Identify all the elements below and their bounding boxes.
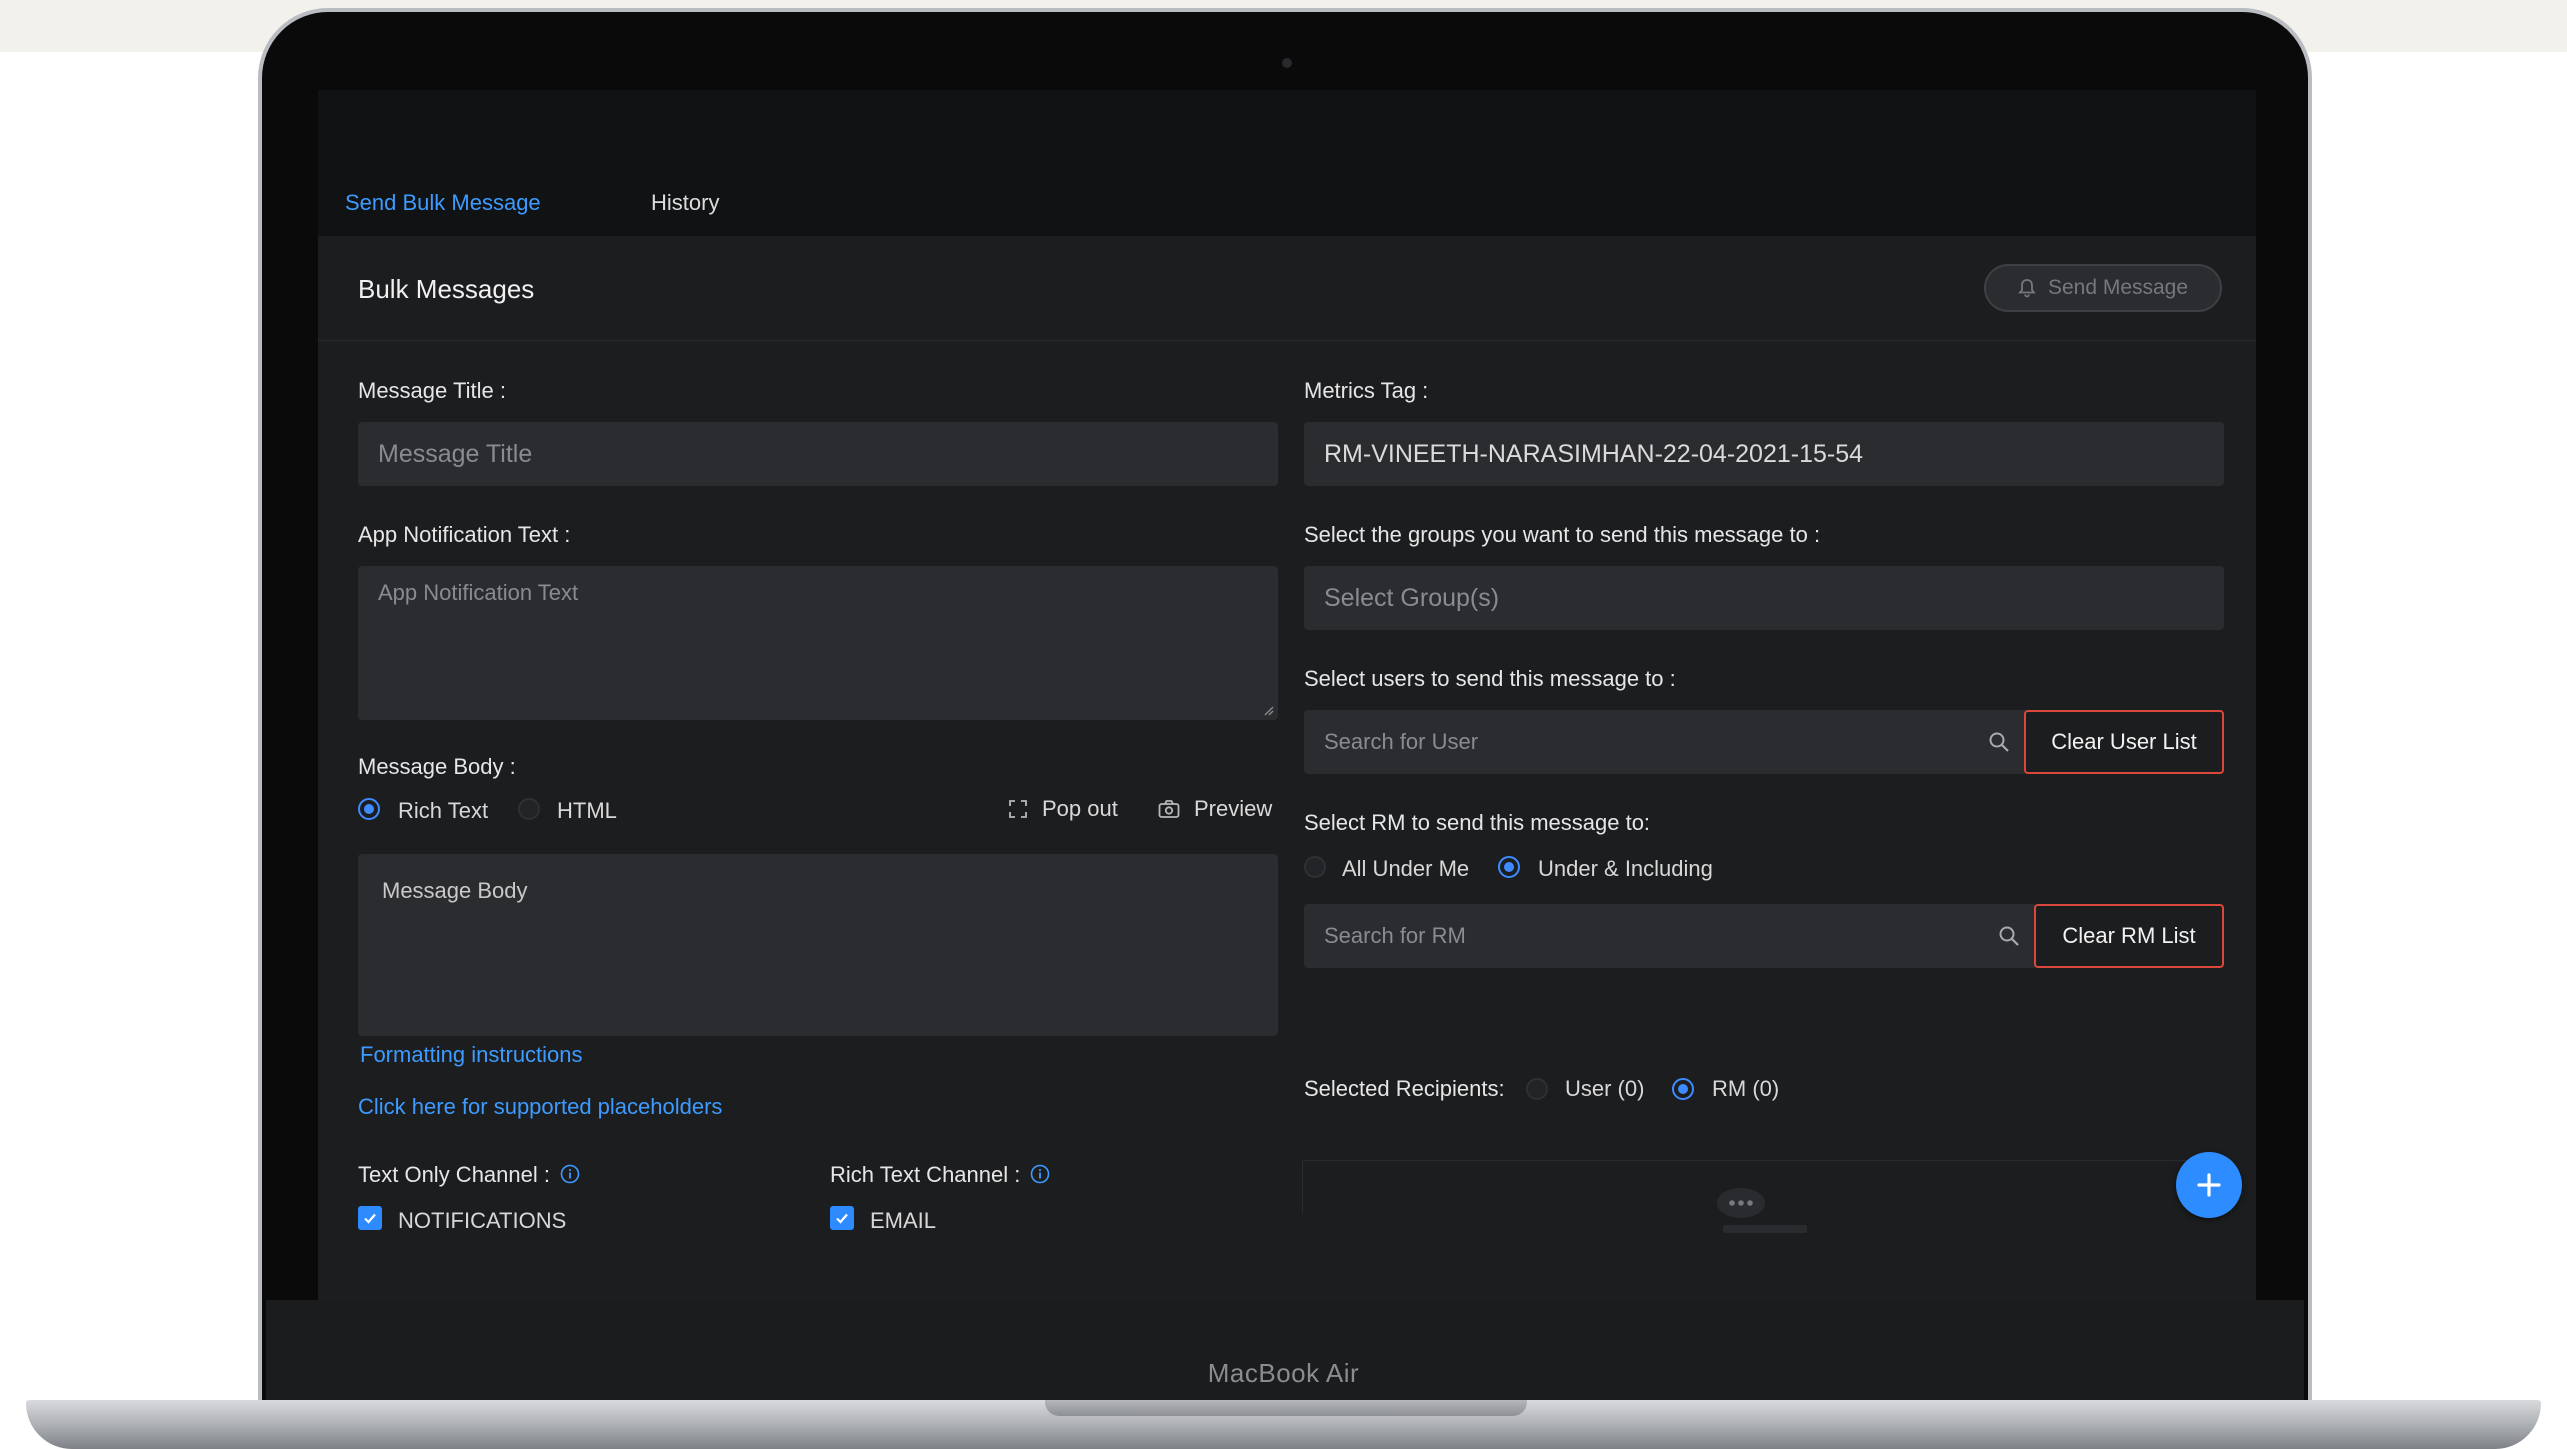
resize-handle-icon[interactable] — [1262, 704, 1274, 716]
under-including-radio[interactable] — [1498, 856, 1520, 878]
send-message-button[interactable]: Send Message — [1984, 264, 2222, 312]
selected-recipients-label: Selected Recipients: — [1304, 1076, 1505, 1101]
bell-icon — [2018, 279, 2036, 298]
screen-bottom-bezel — [266, 1300, 2304, 1408]
send-message-label: Send Message — [2047, 276, 2189, 299]
all-under-me-radio[interactable] — [1304, 856, 1326, 878]
app-notification-label: App Notification Text : — [358, 522, 571, 547]
formatting-instructions-link[interactable]: Formatting instructions — [360, 1042, 583, 1068]
rich-text-channel-label: Rich Text Channel : — [830, 1162, 1021, 1187]
metrics-tag-label: Metrics Tag : — [1304, 378, 1429, 403]
preview-button[interactable]: Preview — [1158, 796, 1272, 822]
message-body-label: Message Body : — [358, 754, 516, 779]
search-user-placeholder: Search for User — [1324, 729, 1479, 754]
checkmark-icon — [364, 1213, 376, 1224]
pop-out-button[interactable]: Pop out — [1008, 796, 1118, 822]
search-user-input[interactable]: Search for User — [1304, 710, 2028, 774]
bulk-messages-panel: Bulk Messages Send Message Message Title… — [318, 236, 2256, 1302]
search-rm-input[interactable]: Search for RM — [1304, 904, 2038, 968]
search-icon[interactable] — [1988, 731, 2010, 753]
all-under-me-label: All Under Me — [1342, 856, 1470, 881]
select-groups-dropdown[interactable]: Select Group(s) — [1304, 566, 2224, 630]
pop-out-label: Pop out — [1042, 796, 1118, 821]
clear-rm-list-button[interactable]: Clear RM List — [2034, 904, 2224, 968]
message-title-label: Message Title : — [358, 378, 506, 403]
user-recipients-label: User (0) — [1565, 1076, 1645, 1101]
html-label: HTML — [557, 798, 617, 823]
app-notification-textarea[interactable]: App Notification Text — [358, 566, 1278, 720]
message-title-input[interactable]: Message Title — [358, 422, 1278, 486]
device-brand-label: MacBook Air — [1207, 1358, 1360, 1388]
app-notification-placeholder: App Notification Text — [378, 580, 579, 605]
text-only-channel-label: Text Only Channel : — [358, 1162, 550, 1187]
message-body-placeholder: Message Body — [382, 878, 528, 903]
info-icon[interactable] — [1030, 1164, 1050, 1184]
html-radio[interactable] — [518, 798, 540, 820]
notifications-label: NOTIFICATIONS — [398, 1208, 567, 1233]
panel-title: Bulk Messages — [358, 274, 535, 304]
email-checkbox[interactable] — [830, 1206, 854, 1230]
email-label: EMAIL — [870, 1208, 937, 1233]
empty-state-bar — [1723, 1225, 1807, 1233]
panel-header: Bulk Messages Send Message — [318, 236, 2256, 341]
preview-label: Preview — [1194, 796, 1273, 821]
info-icon[interactable] — [560, 1164, 580, 1184]
rm-label: Select RM to send this message to: — [1304, 810, 1651, 835]
under-including-label: Under & Including — [1538, 856, 1713, 881]
plus-icon — [2197, 1173, 2221, 1197]
user-recipients-radio[interactable] — [1526, 1078, 1548, 1100]
rich-text-label: Rich Text — [398, 798, 489, 823]
clear-user-list-button[interactable]: Clear User List — [2024, 710, 2224, 774]
message-body-editor[interactable]: Message Body — [358, 854, 1278, 1036]
app-screen: Send Bulk Message History Bulk Messages … — [318, 90, 2256, 1302]
laptop-hinge-notch — [1045, 1400, 1527, 1416]
search-icon[interactable] — [1998, 925, 2020, 947]
rich-text-radio[interactable] — [358, 798, 380, 820]
expand-icon — [1009, 800, 1027, 818]
users-label: Select users to send this message to : — [1304, 666, 1676, 691]
rm-recipients-label: RM (0) — [1712, 1076, 1780, 1101]
tab-send-bulk-message[interactable]: Send Bulk Message — [345, 150, 541, 250]
rm-recipients-radio[interactable] — [1672, 1078, 1694, 1100]
supported-placeholders-link[interactable]: Click here for supported placeholders — [358, 1094, 722, 1120]
notifications-checkbox[interactable] — [358, 1206, 382, 1230]
tab-history[interactable]: History — [651, 150, 719, 250]
camera-icon — [1282, 58, 1292, 68]
add-button[interactable] — [2176, 1152, 2242, 1218]
metrics-tag-input[interactable]: RM-VINEETH-NARASIMHAN-22-04-2021-15-54 — [1304, 422, 2224, 486]
recipients-list-box — [1302, 1160, 2232, 1233]
search-rm-placeholder: Search for RM — [1324, 923, 1466, 948]
camera-preview-icon — [1158, 800, 1180, 818]
groups-label: Select the groups you want to send this … — [1304, 522, 1821, 547]
checkmark-icon — [836, 1213, 848, 1224]
chat-bubble-icon — [1717, 1188, 1765, 1218]
